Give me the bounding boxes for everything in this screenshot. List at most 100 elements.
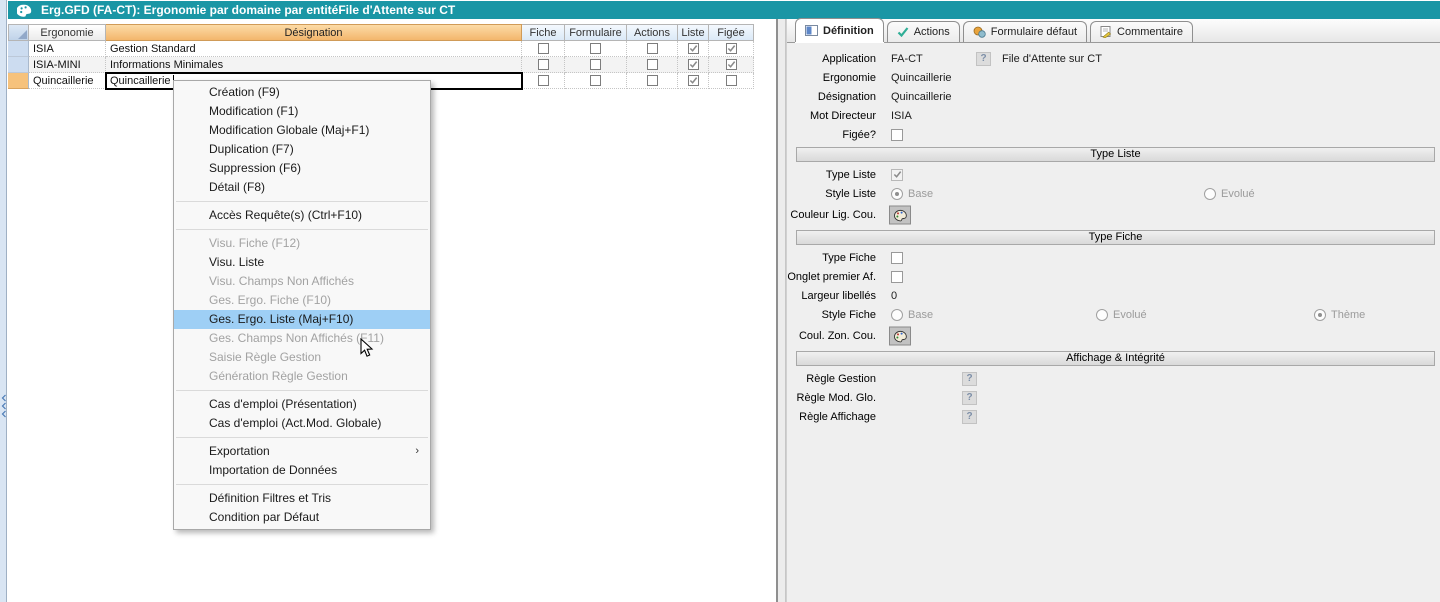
radio-button-icon[interactable] <box>1314 308 1326 321</box>
menu-item-visu-fiche-f12[interactable]: Visu. Fiche (F12) <box>174 234 430 253</box>
definition-icon <box>805 25 818 36</box>
menu-item-ges-champs-non-affiches-f11[interactable]: Ges. Champs Non Affichés (F11) <box>174 329 430 348</box>
panel-splitter[interactable] <box>776 19 786 602</box>
checkbox-onglet-premier-af[interactable] <box>891 270 903 283</box>
menu-item-visu-liste[interactable]: Visu. Liste <box>174 253 430 272</box>
checkbox-type-liste[interactable] <box>891 168 903 181</box>
menu-item-definition-filtres-et-tris[interactable]: Définition Filtres et Tris <box>174 489 430 508</box>
cell-ergonomie[interactable]: Quincaillerie <box>29 73 106 89</box>
menu-item-creation-f9[interactable]: Création (F9) <box>174 83 430 102</box>
help-button-regle-affichage[interactable]: ? <box>962 409 977 424</box>
color-picker-button-coul-zon-cou[interactable] <box>889 326 911 346</box>
column-header-designation[interactable]: Désignation <box>106 24 522 41</box>
menu-item-ges-ergo-fiche-f10[interactable]: Ges. Ergo. Fiche (F10) <box>174 291 430 310</box>
left-collapsed-splitter[interactable] <box>0 0 7 602</box>
checkbox-fiche[interactable] <box>537 59 549 70</box>
color-picker-button-couleur-lig-cou[interactable] <box>889 205 911 225</box>
help-button-regle-mod-glo[interactable]: ? <box>962 390 977 405</box>
checkbox-figee[interactable] <box>725 43 737 54</box>
cell-designation[interactable]: Informations Minimales <box>106 57 522 73</box>
radio-style-fiche-evolue[interactable]: Evolué <box>1096 308 1147 321</box>
table-row-isia-mini[interactable]: ISIA-MINI Informations Minimales <box>8 57 754 73</box>
column-header-fiche[interactable]: Fiche <box>522 24 565 41</box>
menu-item-generation-regle-gestion[interactable]: Génération Règle Gestion <box>174 367 430 386</box>
cell-checkbox-actions[interactable] <box>627 41 678 57</box>
cell-checkbox-liste[interactable] <box>678 41 709 57</box>
menu-item-importation-de-donnees[interactable]: Importation de Données <box>174 461 430 480</box>
cell-checkbox-formulaire[interactable] <box>565 41 627 57</box>
column-header-ergonomie[interactable]: Ergonomie <box>29 24 106 41</box>
column-header-liste[interactable]: Liste <box>678 24 709 41</box>
cell-checkbox-formulaire[interactable] <box>565 73 627 89</box>
cell-designation[interactable]: Gestion Standard <box>106 41 522 57</box>
row-selector[interactable] <box>8 57 29 73</box>
checkbox-liste[interactable] <box>687 75 699 86</box>
checkbox-actions[interactable] <box>646 59 658 70</box>
checkbox-type-fiche[interactable] <box>891 251 903 264</box>
cell-checkbox-figee[interactable] <box>709 73 754 89</box>
menu-item-exportation[interactable]: Exportation › <box>174 442 430 461</box>
checkbox-liste[interactable] <box>687 43 699 54</box>
menu-item-acces-requete-s-ctrl-f10[interactable]: Accès Requête(s) (Ctrl+F10) <box>174 206 430 225</box>
checkbox-formulaire[interactable] <box>590 75 601 86</box>
cell-checkbox-fiche[interactable] <box>522 41 565 57</box>
cell-checkbox-actions[interactable] <box>627 73 678 89</box>
help-button-regle-gestion[interactable]: ? <box>962 371 977 386</box>
radio-button-icon[interactable] <box>891 308 903 321</box>
column-header-figee[interactable]: Figée <box>709 24 754 41</box>
tab-formulaire-defaut[interactable]: Formulaire défaut <box>962 21 1088 42</box>
checkbox-actions[interactable] <box>646 75 658 86</box>
radio-label: Evolué <box>1113 308 1147 321</box>
radio-button-icon[interactable] <box>1204 187 1216 200</box>
radio-style-liste-evolue[interactable]: Evolué <box>1204 187 1255 200</box>
checkbox-figee[interactable] <box>725 59 737 70</box>
mouse-cursor-icon <box>360 337 374 363</box>
cell-checkbox-fiche[interactable] <box>522 57 565 73</box>
cell-ergonomie[interactable]: ISIA-MINI <box>29 57 106 73</box>
menu-item-cas-d-emploi-presentation[interactable]: Cas d'emploi (Présentation) <box>174 395 430 414</box>
checkbox-actions[interactable] <box>646 43 658 54</box>
cell-checkbox-formulaire[interactable] <box>565 57 627 73</box>
tab-actions[interactable]: Actions <box>886 21 960 42</box>
radio-button-icon[interactable] <box>1096 308 1108 321</box>
cell-ergonomie[interactable]: ISIA <box>29 41 106 57</box>
menu-item-visu-champs-non-affiches[interactable]: Visu. Champs Non Affichés <box>174 272 430 291</box>
checkbox-figee[interactable] <box>891 128 903 141</box>
field-label-application: Application <box>822 52 876 65</box>
radio-style-fiche-base[interactable]: Base <box>891 308 933 321</box>
cell-checkbox-figee[interactable] <box>709 41 754 57</box>
cell-checkbox-fiche[interactable] <box>522 73 565 89</box>
menu-item-duplication-f7[interactable]: Duplication (F7) <box>174 140 430 159</box>
row-selector[interactable] <box>8 41 29 57</box>
menu-item-saisie-regle-gestion[interactable]: Saisie Règle Gestion <box>174 348 430 367</box>
checkbox-formulaire[interactable] <box>590 43 601 54</box>
checkbox-fiche[interactable] <box>537 75 549 86</box>
radio-style-liste-base[interactable]: Base <box>891 187 933 200</box>
cell-checkbox-actions[interactable] <box>627 57 678 73</box>
column-header-actions[interactable]: Actions <box>627 24 678 41</box>
table-row-isia[interactable]: ISIA Gestion Standard <box>8 41 754 57</box>
checkbox-formulaire[interactable] <box>590 59 601 70</box>
radio-style-fiche-theme[interactable]: Thème <box>1314 308 1365 321</box>
help-button-application[interactable]: ? <box>976 51 991 66</box>
row-selector[interactable] <box>8 73 29 89</box>
menu-item-modification-f1[interactable]: Modification (F1) <box>174 102 430 121</box>
menu-item-suppression-f6[interactable]: Suppression (F6) <box>174 159 430 178</box>
splitter-grip-icon[interactable] <box>0 393 7 419</box>
cell-checkbox-liste[interactable] <box>678 57 709 73</box>
tab-definition[interactable]: Définition <box>795 18 884 42</box>
checkbox-liste[interactable] <box>687 59 699 70</box>
checkbox-figee[interactable] <box>725 75 737 86</box>
menu-item-cas-d-emploi-act-mod-globale[interactable]: Cas d'emploi (Act.Mod. Globale) <box>174 414 430 433</box>
menu-item-detail-f8[interactable]: Détail (F8) <box>174 178 430 197</box>
radio-button-icon[interactable] <box>891 187 903 200</box>
menu-item-condition-par-defaut[interactable]: Condition par Défaut <box>174 508 430 527</box>
menu-item-modification-globale-maj-f1[interactable]: Modification Globale (Maj+F1) <box>174 121 430 140</box>
checkbox-fiche[interactable] <box>537 43 549 54</box>
cell-checkbox-liste[interactable] <box>678 73 709 89</box>
tab-commentaire[interactable]: Commentaire <box>1090 21 1194 42</box>
menu-item-ges-ergo-liste-maj-f10[interactable]: Ges. Ergo. Liste (Maj+F10) <box>174 310 430 329</box>
column-header-formulaire[interactable]: Formulaire <box>565 24 627 41</box>
corner-select-all[interactable] <box>8 24 29 41</box>
cell-checkbox-figee[interactable] <box>709 57 754 73</box>
